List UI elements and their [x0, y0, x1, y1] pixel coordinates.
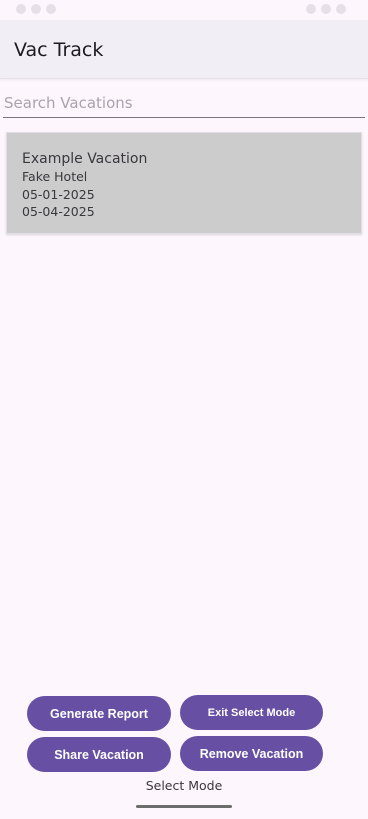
- share-vacation-button[interactable]: Share Vacation: [27, 737, 171, 772]
- vacation-end-date: 05-04-2025: [22, 204, 95, 219]
- wifi-icon: [306, 4, 316, 14]
- notification-icon: [31, 4, 41, 14]
- app-title: Vac Track: [14, 39, 104, 61]
- exit-select-mode-button[interactable]: Exit Select Mode: [180, 695, 323, 730]
- battery-icon: [336, 4, 346, 14]
- status-icons-right: [306, 4, 346, 14]
- app-bar: Vac Track: [0, 20, 368, 79]
- home-indicator[interactable]: [136, 805, 232, 808]
- select-mode-label: Select Mode: [145, 778, 223, 793]
- vacation-start-date: 05-01-2025: [22, 186, 95, 202]
- signal-icon: [321, 4, 331, 14]
- notification-icon: [46, 4, 56, 14]
- status-icons-left: [16, 4, 56, 14]
- status-bar: [0, 0, 368, 20]
- generate-report-button[interactable]: Generate Report: [27, 696, 171, 731]
- vacation-hotel: Fake Hotel: [22, 169, 88, 184]
- notification-icon: [16, 4, 26, 14]
- search-input[interactable]: [3, 88, 365, 118]
- vacation-card[interactable]: Example Vacation Fake Hotel 05-01-2025 0…: [6, 132, 362, 234]
- remove-vacation-button[interactable]: Remove Vacation: [180, 736, 323, 771]
- screen: Vac Track Example Vacation Fake Hotel 05…: [0, 0, 368, 819]
- vacation-title: Example Vacation: [22, 151, 148, 167]
